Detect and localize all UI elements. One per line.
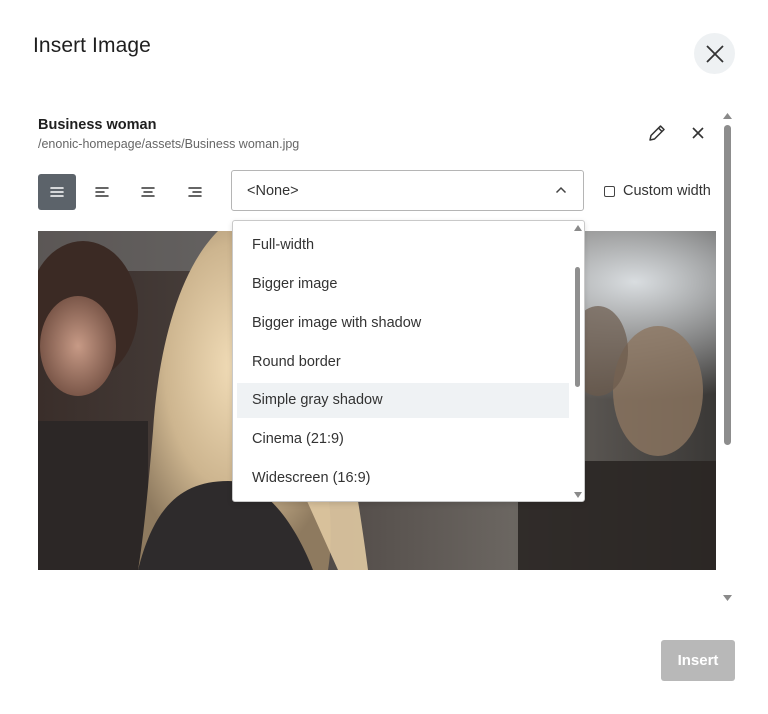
custom-width-checkbox[interactable]: Custom width (604, 183, 711, 199)
dialog-scroll-down-icon[interactable] (723, 595, 732, 601)
close-button[interactable] (694, 33, 735, 74)
insert-button[interactable]: Insert (661, 640, 735, 681)
dialog-scrollbar-thumb[interactable] (724, 125, 731, 445)
x-icon (692, 127, 704, 139)
image-style-value: <None> (247, 183, 299, 199)
custom-width-label: Custom width (623, 183, 711, 199)
image-style-select[interactable]: <None> (231, 170, 584, 211)
image-path: /enonic-homepage/assets/Business woman.j… (38, 137, 300, 151)
chevron-up-icon (555, 186, 567, 194)
align-center-button[interactable] (129, 174, 167, 210)
style-option-round-border[interactable]: Round border (237, 345, 569, 380)
style-option-cinema[interactable]: Cinema (21:9) (237, 422, 569, 457)
dialog-title: Insert Image (33, 34, 151, 57)
dropdown-scrollbar-thumb[interactable] (575, 267, 580, 387)
style-option-widescreen[interactable]: Widescreen (16:9) (237, 461, 569, 496)
style-option-bigger-image-shadow[interactable]: Bigger image with shadow (237, 306, 569, 341)
align-justify-icon (50, 187, 64, 197)
style-option-full-width[interactable]: Full-width (237, 228, 569, 263)
align-left-button[interactable] (83, 174, 121, 210)
remove-image-button[interactable] (689, 124, 707, 142)
pencil-icon (649, 125, 665, 141)
image-style-dropdown[interactable]: Full-width Bigger image Bigger image wit… (232, 220, 585, 502)
align-right-icon (188, 187, 202, 197)
dialog-scroll-up-icon[interactable] (723, 113, 732, 119)
image-title: Business woman (38, 117, 157, 133)
align-right-button[interactable] (176, 174, 214, 210)
align-center-icon (141, 187, 155, 197)
style-option-simple-gray-shadow[interactable]: Simple gray shadow (237, 383, 569, 418)
checkbox-icon (604, 185, 615, 197)
scroll-down-arrow-icon[interactable] (574, 492, 582, 498)
close-icon (705, 44, 724, 63)
scroll-up-arrow-icon[interactable] (574, 225, 582, 231)
edit-image-button[interactable] (647, 123, 667, 143)
align-left-icon (95, 187, 109, 197)
align-justify-button[interactable] (38, 174, 76, 210)
style-option-bigger-image[interactable]: Bigger image (237, 267, 569, 302)
